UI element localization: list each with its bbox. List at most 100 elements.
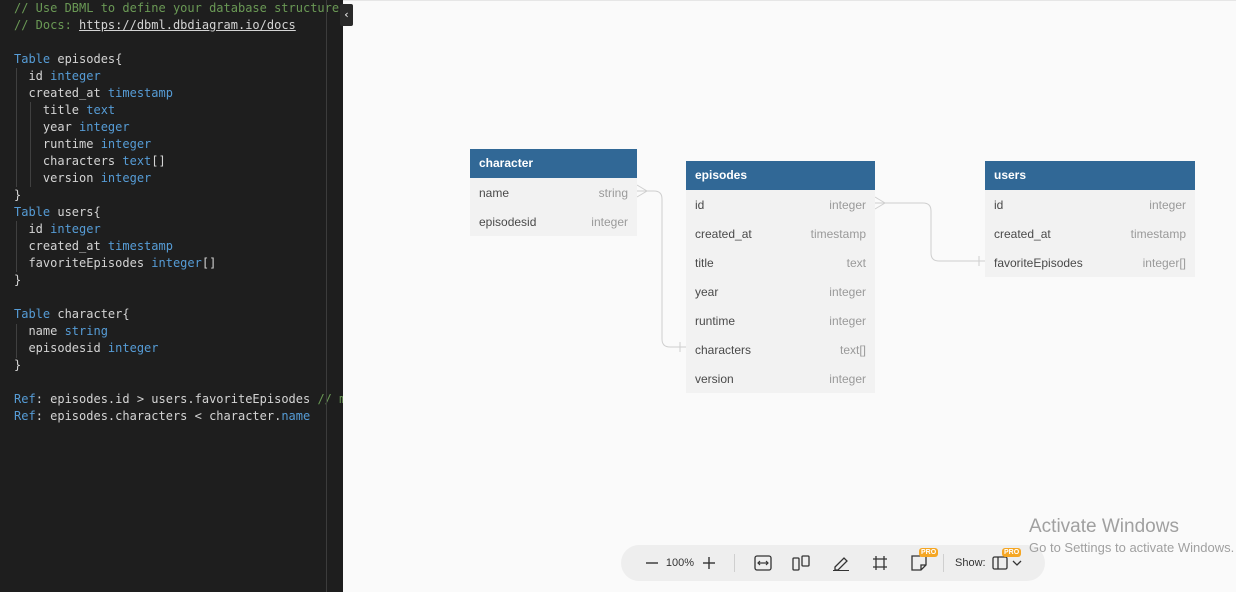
field-row[interactable]: name string (470, 178, 637, 207)
field-type: text[] (839, 342, 866, 357)
zoom-level[interactable]: 100% (664, 545, 696, 581)
zoom-in-button[interactable] (698, 545, 720, 581)
zoom-out-button[interactable] (641, 545, 663, 581)
sticky-note-button[interactable]: PRO (905, 545, 939, 581)
pro-badge: PRO (1002, 548, 1022, 557)
table-character[interactable]: character name string episodesid integer (470, 149, 637, 236)
code-line[interactable]: Table users{ (14, 204, 343, 221)
code-token: name (281, 409, 311, 423)
code-token: integer (107, 341, 159, 355)
code-line[interactable]: created_at timestamp (14, 238, 343, 255)
field-name: name (479, 185, 510, 200)
code-token: [] (151, 154, 166, 168)
table-users[interactable]: users id integer created_at timestamp fa… (985, 161, 1195, 277)
field-name: created_at (994, 226, 1051, 241)
field-row[interactable]: year integer (686, 277, 875, 306)
canvas-toolbar: 100% PRO Show: PRO (621, 545, 1045, 581)
field-row[interactable]: id integer (686, 190, 875, 219)
code-line[interactable] (14, 374, 343, 391)
code-line[interactable]: year integer (14, 119, 343, 136)
code-line[interactable]: Ref: episodes.id > users.favoriteEpisode… (14, 391, 343, 408)
code-line[interactable]: Table character{ (14, 306, 343, 323)
field-type: text (846, 255, 866, 270)
ref-line-favorites (875, 202, 985, 262)
code-line[interactable]: Table episodes{ (14, 51, 343, 68)
code-line[interactable] (14, 34, 343, 51)
code-line[interactable]: episodesid integer (14, 340, 343, 357)
code-line[interactable]: id integer (14, 221, 343, 238)
field-name: year (695, 284, 719, 299)
code-token: timestamp (107, 86, 173, 100)
code-line[interactable]: version integer (14, 170, 343, 187)
code-line[interactable]: title text (14, 102, 343, 119)
highlight-button[interactable] (828, 545, 854, 581)
toolbar-separator (943, 554, 944, 572)
table-header[interactable]: episodes (686, 161, 875, 190)
field-name: episodesid (479, 214, 537, 229)
field-name: favoriteEpisodes (994, 255, 1083, 270)
code-token: id (14, 222, 51, 236)
code-token: characters (14, 154, 123, 168)
code-token: } (14, 358, 22, 372)
code-line[interactable]: created_at timestamp (14, 85, 343, 102)
field-row[interactable]: episodesid integer (470, 207, 637, 236)
code-line[interactable]: } (14, 187, 343, 204)
code-line[interactable]: name string (14, 323, 343, 340)
field-row[interactable]: favoriteEpisodes integer[] (985, 248, 1195, 277)
code-line[interactable]: } (14, 272, 343, 289)
code-token: id (14, 69, 51, 83)
highlighter-icon (833, 557, 849, 571)
code-token: // Use DBML to define your database stru… (14, 1, 340, 15)
code-token: [] (201, 256, 217, 270)
code-line[interactable]: Ref: episodes.characters < character.nam… (14, 408, 343, 425)
code-line[interactable]: characters text[] (14, 153, 343, 170)
field-row[interactable]: runtime integer (686, 306, 875, 335)
field-row[interactable]: id integer (985, 190, 1195, 219)
code-token: integer (79, 120, 130, 134)
code-line[interactable]: // Docs: https://dbml.dbdiagram.io/docs (14, 17, 343, 34)
show-menu[interactable]: Show: PRO (955, 545, 1033, 581)
code-token: : episodes.characters < character. (35, 409, 282, 423)
field-row[interactable]: created_at timestamp (985, 219, 1195, 248)
field-row[interactable]: created_at timestamp (686, 219, 875, 248)
fit-to-screen-button[interactable] (750, 545, 776, 581)
code-token: Table (14, 205, 51, 219)
pro-badge: PRO (919, 548, 939, 557)
collapse-editor-button[interactable]: ‹ (340, 4, 353, 26)
field-type: string (598, 185, 628, 200)
code-token: } (14, 273, 22, 287)
table-header[interactable]: character (470, 149, 637, 178)
field-type: integer[] (1142, 255, 1186, 270)
code-editor[interactable]: // Use DBML to define your database stru… (0, 0, 343, 592)
table-header[interactable]: users (985, 161, 1195, 190)
zoom-level-text: 100% (665, 557, 695, 569)
diagram-canvas[interactable]: character name string episodesid integer… (343, 0, 1236, 592)
code-token: text (122, 154, 152, 168)
code-token: episodes{ (50, 52, 123, 66)
code-line[interactable]: favoriteEpisodes integer[] (14, 255, 343, 272)
field-row[interactable]: version integer (686, 364, 875, 393)
chevron-left-icon: ‹ (344, 8, 349, 21)
code-line[interactable]: id integer (14, 68, 343, 85)
docs-link[interactable]: https://dbml.dbdiagram.io/docs (79, 18, 296, 32)
code-token: : episodes.id > users.favoriteEpisodes (35, 392, 318, 406)
watermark-subtitle: Go to Settings to activate Windows. (1029, 540, 1235, 555)
code-token: // ma (317, 392, 343, 406)
table-episodes[interactable]: episodes id integer created_at timestamp… (686, 161, 875, 393)
toolbar-separator (734, 554, 735, 572)
field-type: timestamp (1130, 226, 1186, 241)
code-token: integer (100, 137, 152, 151)
field-row[interactable]: title text (686, 248, 875, 277)
frame-icon (873, 556, 887, 570)
plus-icon (703, 557, 715, 569)
code-line[interactable]: runtime integer (14, 136, 343, 153)
code-line[interactable]: } (14, 357, 343, 374)
code-line[interactable] (14, 289, 343, 306)
field-name: id (695, 197, 705, 212)
show-label: Show: (955, 557, 986, 569)
code-line[interactable]: // Use DBML to define your database stru… (14, 0, 343, 17)
code-token: Table (14, 52, 51, 66)
auto-arrange-button[interactable] (788, 545, 814, 581)
area-button[interactable] (867, 545, 893, 581)
field-row[interactable]: characters text[] (686, 335, 875, 364)
